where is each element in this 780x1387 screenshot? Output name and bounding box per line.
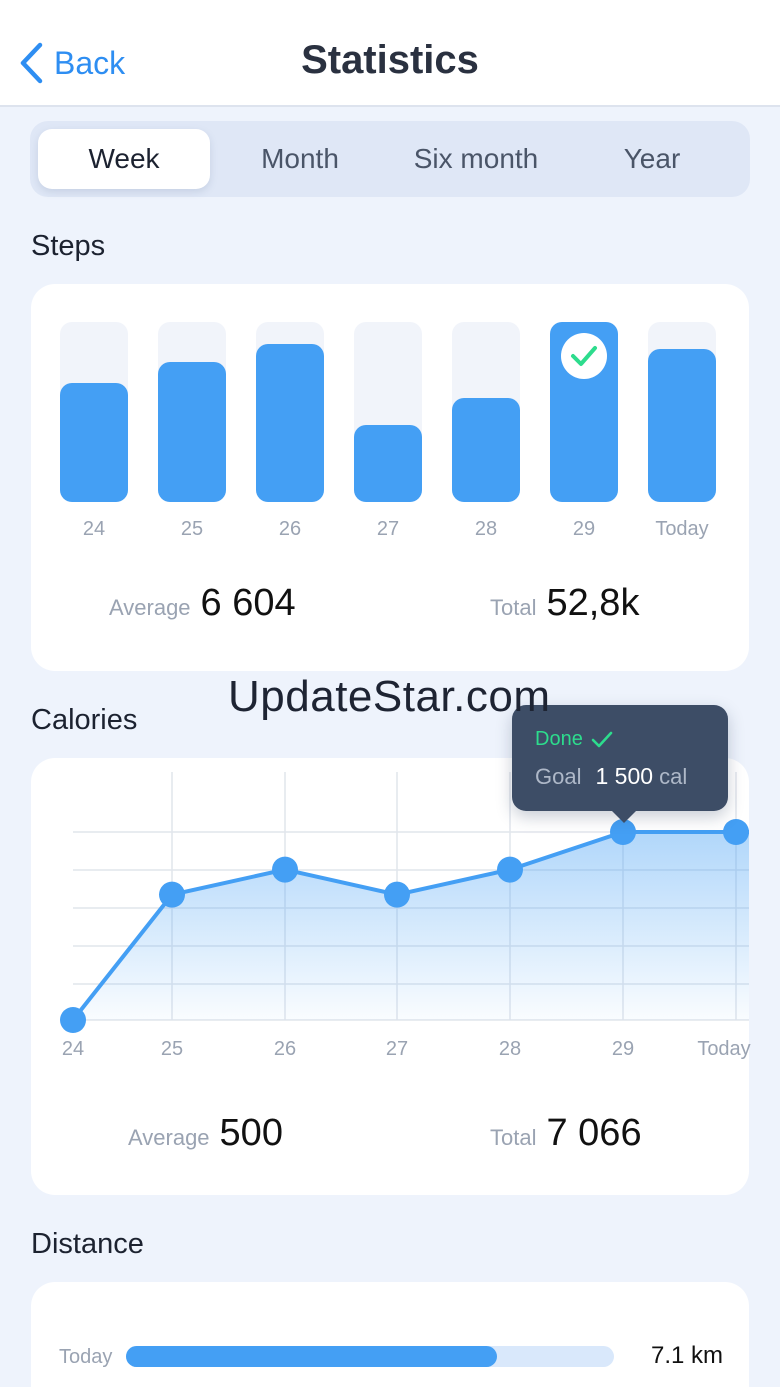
steps-day-label: 24 (82, 518, 106, 540)
steps-day-label: 29 (572, 518, 596, 540)
steps-bar-6[interactable] (550, 322, 618, 502)
tab-week[interactable]: Week (38, 129, 210, 189)
tab-month[interactable]: Month (214, 129, 386, 189)
watermark: UpdateStar.com (228, 672, 551, 721)
steps-total-label: Total (490, 595, 537, 620)
steps-bar-5[interactable] (452, 322, 520, 502)
steps-average-value: 6 604 (200, 582, 296, 624)
steps-day-label: 26 (278, 518, 302, 540)
goal-check-icon (561, 333, 607, 379)
calories-x-label: 26 (273, 1038, 297, 1060)
period-selector: Week Month Six month Year (30, 121, 750, 197)
calories-total-value: 7 066 (546, 1112, 642, 1154)
tooltip-goal-value: 1 500 (595, 763, 654, 789)
distance-row-value: 7.1 km (651, 1342, 724, 1369)
calories-total: Total 7 066 (490, 1112, 642, 1155)
steps-day-label: 25 (180, 518, 204, 540)
steps-average: Average 6 604 (109, 582, 296, 625)
tooltip-goal: Goal 1 500 cal (535, 763, 687, 790)
steps-bar-fill (354, 425, 422, 502)
steps-bar-1[interactable] (60, 322, 128, 502)
steps-day-label: Today (655, 518, 709, 540)
calories-data-point (723, 819, 749, 845)
calories-data-point (272, 856, 298, 883)
tab-year[interactable]: Year (566, 129, 738, 189)
steps-bar-7[interactable] (648, 322, 716, 502)
distance-row-label: Today (59, 1346, 113, 1368)
steps-bar-fill (256, 344, 324, 502)
distance-progress-track (126, 1346, 614, 1367)
steps-day-label: 27 (376, 518, 400, 540)
calories-x-label: 28 (498, 1038, 522, 1060)
page-title: Statistics (301, 38, 479, 82)
tooltip-goal-label: Goal (535, 764, 582, 789)
steps-bar-fill (452, 398, 520, 502)
steps-bar-fill (648, 349, 716, 502)
steps-total-value: 52,8k (546, 582, 640, 624)
calories-x-label: 25 (160, 1038, 184, 1060)
calories-average-value: 500 (219, 1112, 283, 1154)
calories-average: Average 500 (128, 1112, 283, 1155)
calories-x-label: Today (697, 1038, 751, 1060)
calories-x-label: 29 (611, 1038, 635, 1060)
calories-total-label: Total (490, 1125, 537, 1150)
calories-x-label: 27 (385, 1038, 409, 1060)
calories-card: 24 25 26 27 28 29 Today Average 500 Total 7 06… (31, 758, 751, 1195)
steps-bar-fill (60, 383, 128, 502)
calories-title: Calories (31, 704, 138, 736)
distance-title: Distance (31, 1228, 144, 1260)
calories-data-point (159, 881, 185, 908)
calories-x-label: 24 (61, 1038, 85, 1060)
steps-average-label: Average (109, 595, 191, 620)
steps-total: Total 52,8k (490, 582, 639, 625)
steps-bar-3[interactable] (256, 322, 324, 502)
steps-bar-4[interactable] (354, 322, 422, 502)
distance-progress-fill (126, 1346, 497, 1367)
steps-bar-2[interactable] (158, 322, 226, 502)
calories-data-point (497, 856, 523, 883)
steps-card: 24 25 26 27 28 29 Today Average 6 604 Total 52… (31, 284, 749, 671)
steps-title: Steps (31, 230, 106, 262)
calories-area (73, 832, 749, 1020)
distance-card: Today 7.1 km (31, 1282, 749, 1387)
tooltip-status: Done (535, 728, 613, 751)
calories-average-label: Average (128, 1125, 210, 1150)
nav-header: Back Statistics (0, 0, 780, 107)
tooltip-goal-unit: cal (659, 764, 688, 789)
tab-six-month[interactable]: Six month (390, 129, 562, 189)
calories-data-point (384, 881, 410, 908)
checkmark-icon (591, 731, 613, 747)
steps-bar-fill (158, 362, 226, 502)
steps-day-label: 28 (474, 518, 498, 540)
tooltip-status-text: Done (535, 728, 583, 750)
calories-data-point (60, 1007, 86, 1033)
